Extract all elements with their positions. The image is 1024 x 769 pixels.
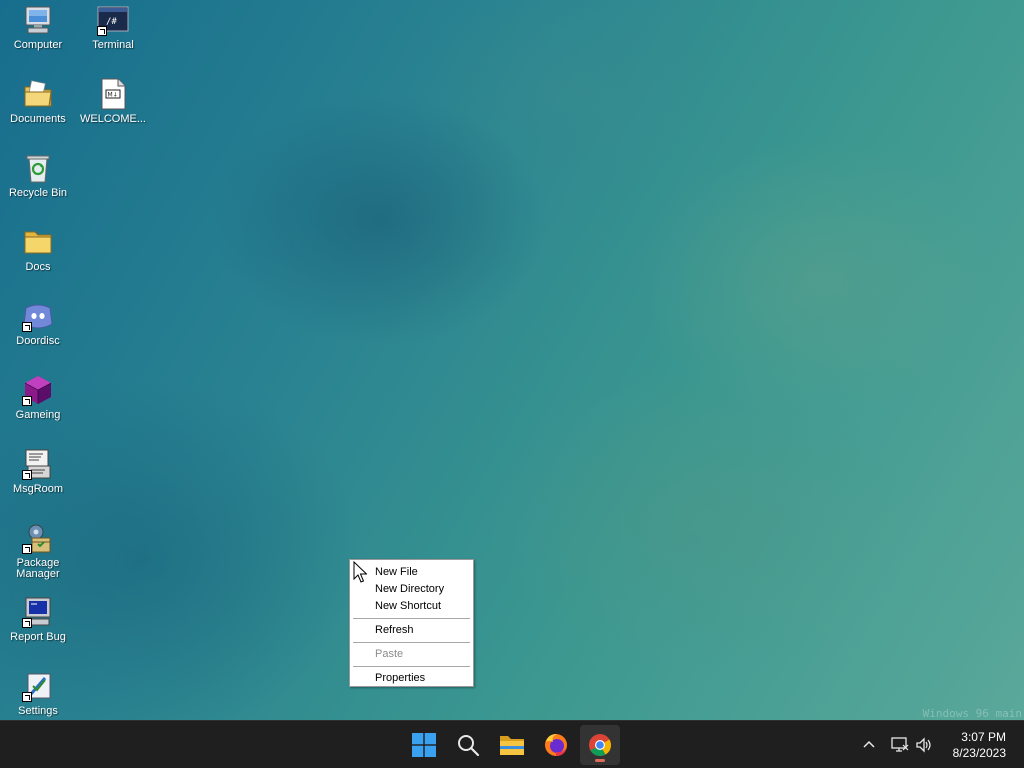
report-bug-icon <box>22 596 54 628</box>
search-button[interactable] <box>448 725 488 765</box>
desktop-icon-msgroom[interactable]: MsgRoom <box>0 448 76 495</box>
desktop-icon-documents[interactable]: Documents <box>0 78 76 125</box>
desktop[interactable]: Computer /# Terminal Documents M↓ WELCOM… <box>0 0 1024 720</box>
chevron-up-icon <box>863 740 875 748</box>
menu-separator <box>353 618 470 619</box>
computer-icon <box>22 4 54 36</box>
package-manager-icon <box>22 522 54 554</box>
markdown-glyph: M↓ <box>108 92 118 99</box>
windows-logo-icon <box>412 733 436 757</box>
documents-folder-icon <box>22 78 54 110</box>
menu-item-new-file[interactable]: New File <box>350 564 473 581</box>
folder-icon <box>22 226 54 258</box>
settings-icon <box>22 670 54 702</box>
shortcut-arrow-icon <box>22 322 32 332</box>
desktop-icon-label: MsgRoom <box>12 484 64 495</box>
active-app-indicator <box>595 759 605 762</box>
desktop-icon-gameing[interactable]: Gameing <box>0 374 76 421</box>
desktop-icon-label: Documents <box>10 114 66 125</box>
mouse-cursor-icon <box>353 561 367 583</box>
taskbar: 3:07 PM 8/23/2023 <box>0 720 1024 768</box>
markdown-file-icon: M↓ <box>97 78 129 110</box>
desktop-icon-recycle-bin[interactable]: Recycle Bin <box>0 152 76 199</box>
volume-button[interactable] <box>912 721 936 769</box>
menu-separator <box>353 642 470 643</box>
chrome-icon <box>589 734 612 757</box>
recycle-bin-icon <box>22 152 54 184</box>
desktop-icon-terminal[interactable]: /# Terminal <box>75 4 151 51</box>
shortcut-arrow-icon <box>22 470 32 480</box>
terminal-glyph: /# <box>106 17 117 27</box>
desktop-icon-docs[interactable]: Docs <box>0 226 76 273</box>
doordisc-icon <box>22 300 54 332</box>
firefox-icon <box>545 734 567 756</box>
desktop-icon-label: Doordisc <box>16 336 60 347</box>
network-icon <box>891 737 909 752</box>
clock-time: 3:07 PM <box>961 730 1006 744</box>
desktop-context-menu: New File New Directory New Shortcut Refr… <box>349 559 474 687</box>
shortcut-arrow-icon <box>97 26 107 36</box>
os-watermark: Windows 96 main <box>922 707 1022 720</box>
menu-separator <box>353 666 470 667</box>
desktop-icon-label: Terminal <box>92 40 134 51</box>
taskbar-clock[interactable]: 3:07 PM 8/23/2023 <box>953 729 1006 761</box>
desktop-icon-label: Settings <box>18 706 58 717</box>
folder-icon <box>500 736 524 755</box>
search-icon <box>458 735 480 757</box>
menu-item-new-directory[interactable]: New Directory <box>350 581 473 598</box>
desktop-icon-report-bug[interactable]: Report Bug <box>0 596 76 643</box>
clock-date: 8/23/2023 <box>952 746 1006 760</box>
file-explorer-button[interactable] <box>492 725 532 765</box>
desktop-icon-label: Recycle Bin <box>8 188 68 199</box>
start-button[interactable] <box>404 725 444 765</box>
shortcut-arrow-icon <box>22 692 32 702</box>
desktop-icon-welcome[interactable]: M↓ WELCOME... <box>75 78 151 125</box>
shortcut-arrow-icon <box>22 544 32 554</box>
desktop-icon-settings[interactable]: Settings <box>0 670 76 717</box>
shortcut-arrow-icon <box>22 618 32 628</box>
desktop-icon-doordisc[interactable]: Doordisc <box>0 300 76 347</box>
menu-item-new-shortcut[interactable]: New Shortcut <box>350 598 473 615</box>
desktop-icon-computer[interactable]: Computer <box>0 4 76 51</box>
desktop-icon-package-manager[interactable]: Package Manager <box>0 522 76 580</box>
desktop-icon-label: Computer <box>13 40 63 51</box>
desktop-icon-label: Docs <box>25 262 51 273</box>
shortcut-arrow-icon <box>22 396 32 406</box>
desktop-icon-label: Report Bug <box>10 632 66 643</box>
gameing-cube-icon <box>22 374 54 406</box>
desktop-icon-label: Gameing <box>15 410 61 421</box>
desktop-icon-label: WELCOME... <box>79 114 146 125</box>
menu-item-paste: Paste <box>375 648 404 660</box>
terminal-icon: /# <box>97 4 129 36</box>
menu-item-refresh[interactable]: Refresh <box>350 622 473 639</box>
desktop-icon-label: Package Manager <box>16 558 60 580</box>
speaker-icon <box>916 737 931 753</box>
tray-chevron-button[interactable] <box>858 721 880 769</box>
chrome-button[interactable] <box>580 725 620 765</box>
msgroom-icon <box>22 448 54 480</box>
network-button[interactable] <box>888 721 912 769</box>
menu-item-properties[interactable]: Properties <box>350 670 473 687</box>
firefox-button[interactable] <box>536 725 576 765</box>
